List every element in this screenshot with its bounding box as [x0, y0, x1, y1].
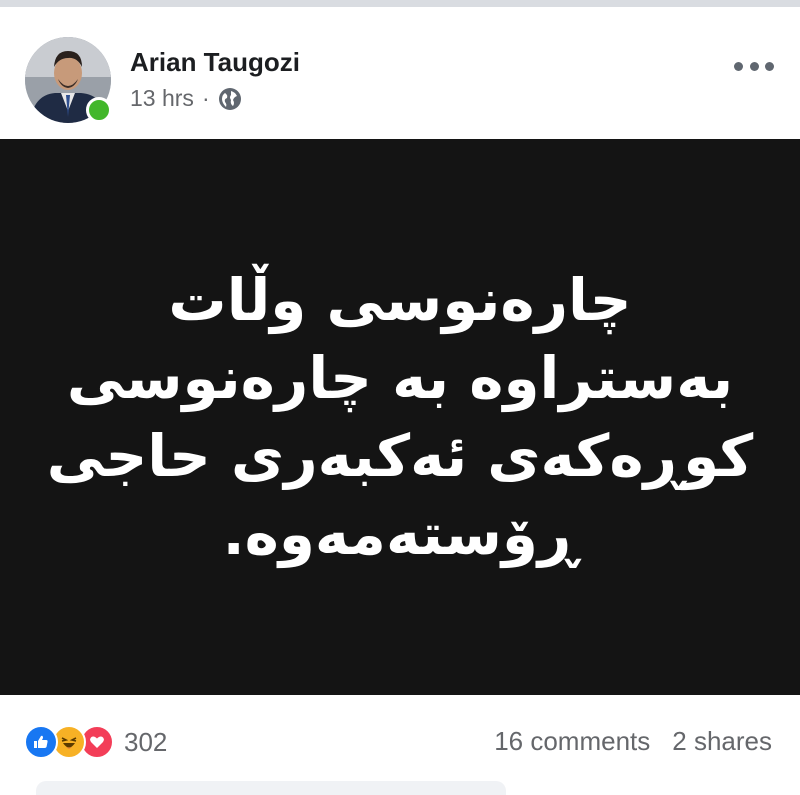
- like-reaction-icon: [24, 725, 58, 759]
- dot-icon: [749, 61, 759, 71]
- online-status-dot: [86, 97, 112, 123]
- top-divider: [0, 0, 800, 7]
- author-name[interactable]: Arian Taugozi: [130, 47, 300, 78]
- post-header: Arian Taugozi 13 hrs ·: [0, 7, 800, 139]
- comments-count-link[interactable]: 16 comments: [494, 726, 650, 757]
- post-text: چارەنوسی وڵات بەستراوە بە چارەنوسی کوڕەک…: [40, 261, 760, 573]
- post-text-line: بەستراوە بە چارەنوسی: [66, 344, 734, 412]
- next-section-edge: [36, 781, 506, 795]
- post-text-line: ڕۆستەمەوە.: [222, 500, 578, 568]
- post-meta: 13 hrs ·: [130, 85, 242, 112]
- post-text-line: چارەنوسی وڵات: [168, 266, 632, 334]
- post-image[interactable]: چارەنوسی وڵات بەستراوە بە چارەنوسی کوڕەک…: [0, 139, 800, 695]
- reactions-summary[interactable]: 302: [24, 725, 167, 759]
- meta-separator: ·: [201, 85, 210, 111]
- dot-icon: [734, 61, 743, 71]
- globe-icon[interactable]: [218, 87, 242, 111]
- shares-count-link[interactable]: 2 shares: [672, 726, 772, 757]
- post-footer: 302 16 comments 2 shares: [0, 695, 800, 795]
- post-timestamp[interactable]: 13 hrs: [130, 85, 194, 112]
- reaction-count: 302: [124, 726, 168, 757]
- more-options-button[interactable]: [734, 55, 774, 77]
- post-text-line: کوڕەکەی ئەکبەری حاجی: [46, 422, 754, 490]
- post-stats: 16 comments 2 shares: [494, 726, 772, 757]
- dot-icon: [765, 61, 774, 71]
